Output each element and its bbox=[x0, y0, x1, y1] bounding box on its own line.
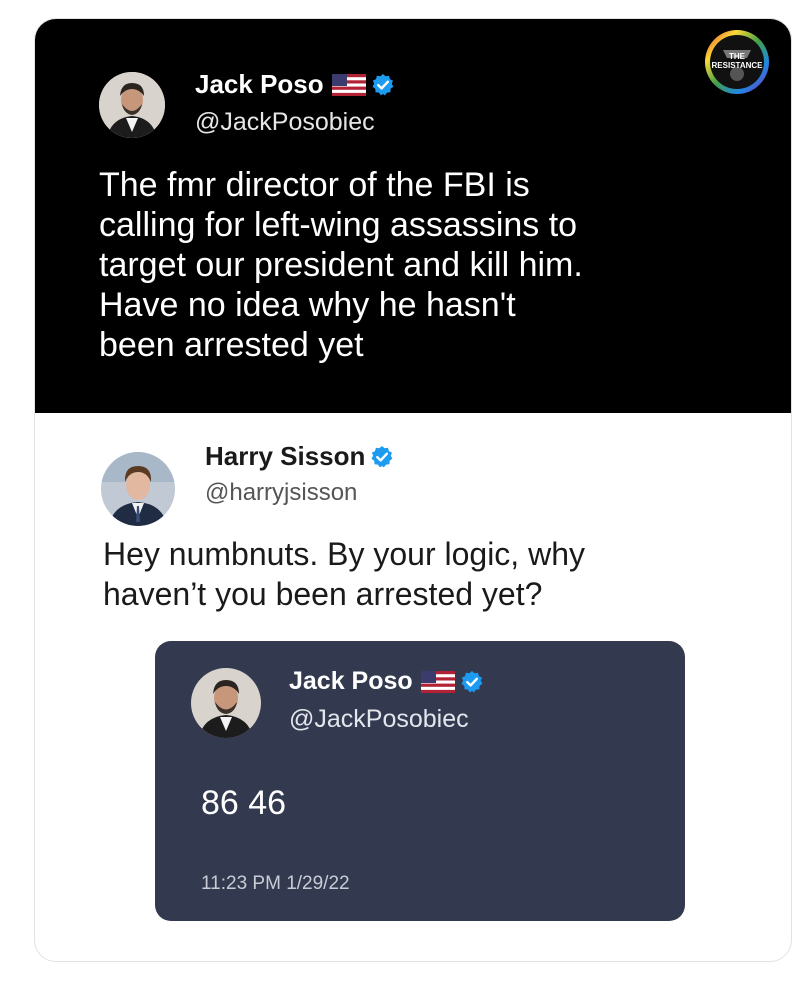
author-name[interactable]: Harry Sisson bbox=[205, 441, 365, 472]
tweet-line: been arrested yet bbox=[99, 326, 364, 364]
harry-sisson-avatar[interactable] bbox=[101, 452, 175, 526]
tweet-timestamp[interactable]: 11:23 PM 1/29/22 bbox=[201, 873, 350, 895]
quoted-name-row: Jack Poso bbox=[289, 667, 484, 696]
author-name[interactable]: Jack Poso bbox=[195, 69, 324, 100]
reply-tweet-text: Hey numbnuts. By your logic, why haven’t… bbox=[103, 534, 763, 614]
main-tweet-name-row: Jack Poso bbox=[195, 69, 395, 100]
jack-poso-avatar[interactable] bbox=[99, 72, 165, 138]
main-tweet-text: The fmr director of the FBI is calling f… bbox=[99, 165, 739, 365]
quoted-tweet[interactable]: Jack Poso @JackPosobiec 86 46 11:23 PM 1… bbox=[155, 641, 685, 921]
tweet-line: Hey numbnuts. By your logic, why bbox=[103, 536, 585, 572]
verified-badge-icon bbox=[371, 73, 395, 97]
reply-name-row: Harry Sisson bbox=[205, 441, 394, 472]
us-flag-icon bbox=[331, 73, 366, 96]
verified-badge-icon bbox=[460, 670, 484, 694]
tweet-line: target our president and kill him. bbox=[99, 246, 583, 284]
verified-badge-icon bbox=[370, 445, 394, 469]
us-flag-icon bbox=[420, 670, 455, 693]
quoted-tweet-text: 86 46 bbox=[201, 784, 287, 822]
badge-label-line1: THE bbox=[729, 52, 745, 61]
author-name[interactable]: Jack Poso bbox=[289, 667, 413, 696]
tweet-line: haven’t you been arrested yet? bbox=[103, 576, 543, 612]
tweet-line: The fmr director of the FBI is bbox=[99, 166, 530, 204]
author-handle[interactable]: @JackPosobiec bbox=[195, 108, 375, 137]
resistance-logo-icon: THE RESISTANCE bbox=[703, 28, 771, 96]
main-tweet[interactable]: Jack Poso @JackPosobiec The fmr director… bbox=[35, 19, 791, 413]
tweet-line: calling for left-wing assassins to bbox=[99, 206, 578, 244]
screenshot-card: Jack Poso @JackPosobiec The fmr director… bbox=[34, 18, 792, 962]
badge-label: THE RESISTANCE bbox=[703, 52, 771, 70]
author-handle[interactable]: @harryjsisson bbox=[205, 479, 357, 507]
jack-poso-avatar[interactable] bbox=[191, 668, 261, 738]
author-handle[interactable]: @JackPosobiec bbox=[289, 705, 469, 734]
badge-label-line2: RESISTANCE bbox=[711, 61, 763, 70]
tweet-line: Have no idea why he hasn't bbox=[99, 286, 516, 324]
